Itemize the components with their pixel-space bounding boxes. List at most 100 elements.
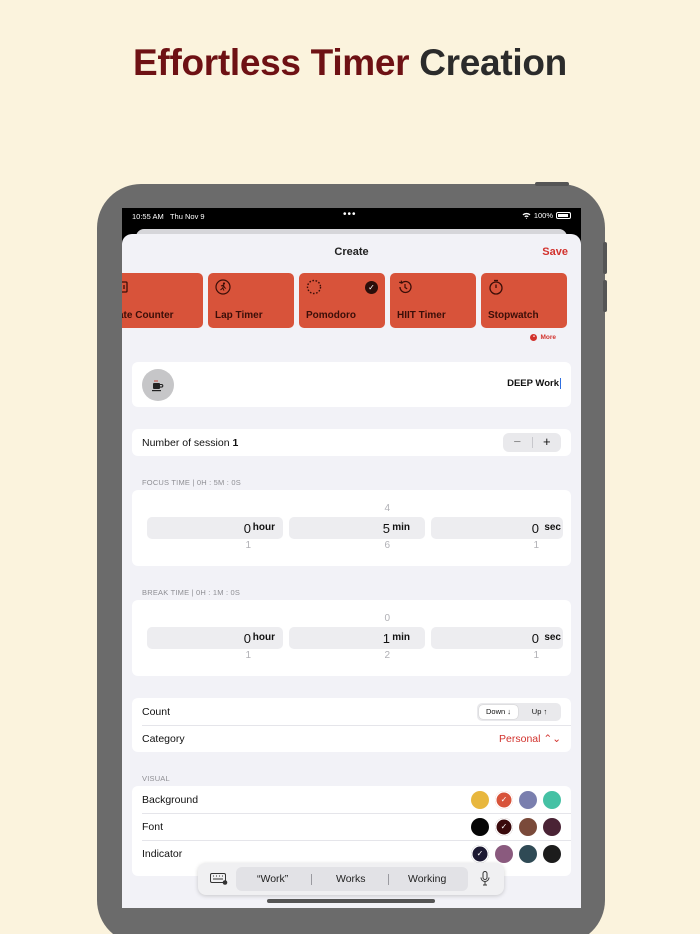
focus-min-wheel[interactable]: 4 5 min 6: [289, 503, 425, 551]
break-min-prev: 0: [384, 613, 390, 624]
more-label: More: [540, 334, 556, 341]
headline-part2: Creation: [419, 42, 567, 83]
status-date: Thu Nov 9: [169, 212, 205, 221]
home-indicator: [267, 899, 435, 903]
focus-hour-value: 0: [243, 521, 251, 536]
break-hour-next: 1: [245, 650, 251, 661]
break-sec-next: 1: [533, 650, 539, 661]
coffee-icon[interactable]: [142, 369, 174, 401]
sessions-count: 1: [232, 437, 239, 449]
count-up-option[interactable]: Up ↑: [520, 705, 559, 719]
timer-type-label: Stopwatch: [488, 310, 539, 321]
focus-time-picker[interactable]: 0 hour 1 4 5 min 6 0 sec 1: [132, 490, 571, 566]
nav-bar: Create Save: [122, 234, 581, 272]
background-color-swatch[interactable]: [471, 791, 489, 809]
sessions-label: Number of session 1: [142, 437, 238, 449]
sessions-stepper[interactable]: − +: [503, 433, 561, 452]
status-right: 100%: [522, 211, 571, 220]
power-button: [535, 182, 569, 186]
keyboard-suggestion-bar: “Work” Works Working: [198, 863, 504, 895]
create-sheet: Create Save ate Counter Lap Timer ✓ Pomo…: [122, 234, 581, 908]
timer-type-card[interactable]: Stopwatch: [481, 273, 567, 328]
break-sec-unit: sec: [544, 632, 561, 643]
indicator-color-swatch[interactable]: ✓: [471, 845, 489, 863]
break-hour-unit: hour: [252, 632, 275, 643]
timer-type-label: Pomodoro: [306, 310, 356, 321]
break-hour-wheel[interactable]: 0 hour 1: [147, 627, 283, 661]
timer-type-card-selected[interactable]: ✓ Pomodoro: [299, 273, 385, 328]
counter-icon: [122, 281, 128, 293]
suggestions-strip: “Work” Works Working: [236, 867, 468, 891]
background-color-swatch[interactable]: ✓: [495, 791, 513, 809]
volume-up-button: [603, 242, 607, 274]
count-direction-segmented[interactable]: Down ↓ Up ↑: [477, 703, 561, 721]
focus-sec-next: 1: [533, 540, 539, 551]
font-color-swatch[interactable]: [519, 818, 537, 836]
category-picker[interactable]: Personal ⌃⌄: [499, 733, 561, 745]
timer-type-card[interactable]: HIIT Timer: [390, 273, 476, 328]
count-down-option[interactable]: Down ↓: [479, 705, 518, 719]
timer-type-label: HIIT Timer: [397, 310, 446, 321]
headline: Effortless Timer Creation: [0, 42, 700, 84]
timer-type-card[interactable]: Lap Timer: [208, 273, 294, 328]
suggestion-item[interactable]: Works: [336, 873, 366, 885]
suggestion-item[interactable]: “Work”: [257, 873, 288, 885]
indicator-color-swatch[interactable]: [543, 845, 561, 863]
multitasking-dots-icon[interactable]: •••: [343, 209, 357, 220]
indicator-color-swatch[interactable]: [495, 845, 513, 863]
focus-sec-wheel[interactable]: 0 sec 1: [431, 517, 563, 551]
focus-hour-next: 1: [245, 540, 251, 551]
break-time-header: BREAK TIME | 0H : 1M : 0S: [142, 588, 241, 597]
headline-part1: Effortless Timer: [133, 42, 410, 83]
focus-hour-unit: hour: [252, 522, 275, 533]
break-min-next: 2: [384, 650, 390, 661]
focus-min-unit: min: [392, 522, 410, 533]
decrement-button[interactable]: −: [503, 433, 532, 452]
break-min-wheel[interactable]: 0 1 min 2: [289, 613, 425, 661]
selected-check-icon: ✓: [365, 281, 378, 294]
history-icon: [398, 280, 412, 294]
timer-type-label: ate Counter: [122, 310, 174, 321]
microphone-icon[interactable]: [480, 871, 490, 886]
category-label: Category: [142, 733, 185, 745]
background-color-swatch[interactable]: [543, 791, 561, 809]
increment-button[interactable]: +: [533, 433, 562, 452]
battery-percent: 100%: [533, 211, 553, 220]
count-label: Count: [142, 706, 171, 718]
keyboard-icon[interactable]: [210, 873, 228, 885]
background-swatches: ✓: [471, 791, 561, 809]
font-color-swatch[interactable]: [543, 818, 561, 836]
page-title: Create: [334, 246, 369, 258]
dashed-circle-icon: [306, 279, 322, 295]
timer-type-card[interactable]: ate Counter: [122, 273, 203, 328]
break-sec-value: 0: [531, 631, 539, 646]
timer-type-carousel[interactable]: ate Counter Lap Timer ✓ Pomodoro HIIT Ti…: [122, 273, 581, 329]
font-color-swatch[interactable]: ✓: [495, 818, 513, 836]
suggestion-divider: [311, 874, 312, 885]
focus-hour-wheel[interactable]: 0 hour 1: [147, 517, 283, 551]
stopwatch-icon: [489, 279, 503, 295]
indicator-swatches: ✓: [471, 845, 561, 863]
break-time-picker[interactable]: 0 hour 1 0 1 min 2 0 sec 1: [132, 600, 571, 676]
picker-highlight: [431, 517, 563, 539]
suggestion-item[interactable]: Working: [408, 873, 446, 885]
visual-header: VISUAL: [142, 774, 170, 783]
running-icon: [215, 279, 231, 295]
break-sec-wheel[interactable]: 0 sec 1: [431, 627, 563, 661]
sessions-row: Number of session 1 − +: [132, 429, 571, 456]
count-category-group: Count Down ↓ Up ↑ Category Personal ⌃⌄: [132, 698, 571, 752]
sessions-label-text: Number of session: [142, 437, 230, 449]
font-color-swatch[interactable]: [471, 818, 489, 836]
focus-sec-value: 0: [531, 521, 539, 536]
more-link[interactable]: • More: [530, 334, 556, 341]
focus-min-next: 6: [384, 540, 390, 551]
indicator-color-swatch[interactable]: [519, 845, 537, 863]
timer-name-row: DEEP Work: [132, 362, 571, 407]
background-color-swatch[interactable]: [519, 791, 537, 809]
battery-icon: [556, 212, 571, 219]
row-divider: [142, 813, 571, 814]
indicator-label: Indicator: [142, 848, 183, 860]
timer-name-input[interactable]: DEEP Work: [507, 378, 561, 389]
status-bar: 10:55 AM Thu Nov 9 ••• 100%: [122, 208, 581, 228]
save-button[interactable]: Save: [542, 246, 568, 258]
